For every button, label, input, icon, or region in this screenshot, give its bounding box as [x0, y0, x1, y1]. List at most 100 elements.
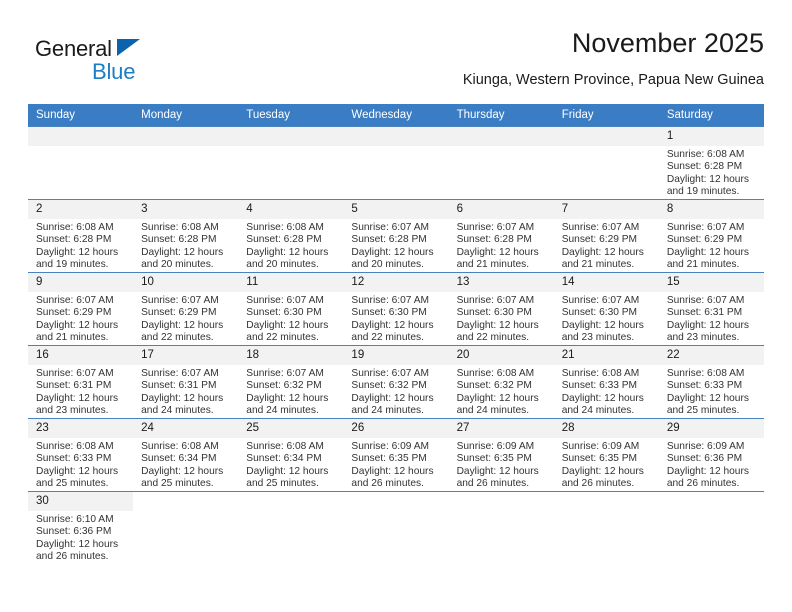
sunrise-text: Sunrise: 6:09 AM	[456, 441, 535, 452]
day-details: Sunrise: 6:08 AM Sunset: 6:34 PM Daylight:…	[238, 438, 343, 491]
day-cell-inner	[343, 492, 449, 564]
day-number: 12	[343, 273, 449, 292]
daylight-text-line1: Daylight: 12 hours	[351, 392, 434, 404]
day-cell-inner	[238, 492, 344, 564]
sunrise-text: Sunrise: 6:08 AM	[666, 368, 745, 379]
sunset-text: Sunset: 6:28 PM	[36, 234, 112, 246]
calendar-day-cell[interactable]: 10 Sunrise: 6:07 AM Sunset: 6:29 PM Dayligh…	[133, 272, 239, 346]
daylight-text-line1: Daylight: 12 hours	[351, 246, 434, 258]
daylight-text-line2: and 25 minutes.	[141, 478, 214, 490]
calendar-week-row: 16 Sunrise: 6:07 AM Sunset: 6:31 PM Dayligh…	[28, 345, 764, 419]
calendar-day-cell-empty	[133, 126, 239, 200]
calendar-day-cell[interactable]: 1 Sunrise: 6:08 AM Sunset: 6:28 PM Daylight…	[658, 126, 764, 200]
day-number: 30	[28, 492, 134, 511]
calendar-day-cell[interactable]: 20 Sunrise: 6:08 AM Sunset: 6:32 PM Dayligh…	[448, 345, 554, 419]
calendar-page: General Blue November 2025 Kiunga, Weste…	[0, 0, 792, 612]
day-number: 26	[343, 419, 449, 438]
sunset-text: Sunset: 6:35 PM	[561, 453, 638, 465]
calendar-day-cell[interactable]: 5 Sunrise: 6:07 AM Sunset: 6:28 PM Daylight…	[343, 199, 449, 273]
calendar-day-cell[interactable]: 22 Sunrise: 6:08 AM Sunset: 6:33 PM Dayligh…	[658, 345, 764, 419]
day-cell-inner: 20 Sunrise: 6:08 AM Sunset: 6:32 PM Dayligh…	[448, 346, 554, 418]
calendar-day-cell[interactable]: 13 Sunrise: 6:07 AM Sunset: 6:30 PM Dayligh…	[448, 272, 554, 346]
daylight-text-line2: and 26 minutes.	[666, 478, 740, 490]
calendar-day-cell[interactable]: 9 Sunrise: 6:07 AM Sunset: 6:29 PM Daylight…	[28, 272, 134, 346]
calendar-week-row: 9 Sunrise: 6:07 AM Sunset: 6:29 PM Daylight…	[28, 272, 764, 346]
day-details: Sunrise: 6:09 AM Sunset: 6:36 PM Daylight:…	[659, 438, 764, 491]
day-number	[133, 492, 239, 511]
sunrise-text: Sunrise: 6:08 AM	[141, 222, 219, 233]
day-cell-inner: 9 Sunrise: 6:07 AM Sunset: 6:29 PM Daylight…	[28, 273, 134, 345]
day-details: Sunrise: 6:07 AM Sunset: 6:29 PM Daylight:…	[133, 292, 238, 345]
daylight-text-line1: Daylight: 12 hours	[456, 392, 539, 404]
daylight-text-line2: and 24 minutes.	[561, 405, 635, 417]
day-details: Sunrise: 6:08 AM Sunset: 6:32 PM Daylight:…	[449, 365, 554, 418]
calendar-day-cell[interactable]: 12 Sunrise: 6:07 AM Sunset: 6:30 PM Dayligh…	[343, 272, 449, 346]
daylight-text-line2: and 23 minutes.	[561, 332, 635, 344]
day-cell-inner: 7 Sunrise: 6:07 AM Sunset: 6:29 PM Daylight…	[553, 200, 659, 272]
day-number	[238, 127, 344, 146]
day-number	[343, 492, 449, 511]
sunrise-text: Sunrise: 6:07 AM	[456, 222, 535, 233]
calendar-day-cell[interactable]: 15 Sunrise: 6:07 AM Sunset: 6:31 PM Dayligh…	[658, 272, 764, 346]
calendar-day-cell[interactable]: 23 Sunrise: 6:08 AM Sunset: 6:33 PM Dayligh…	[28, 418, 134, 492]
calendar-day-cell[interactable]: 8 Sunrise: 6:07 AM Sunset: 6:29 PM Daylight…	[658, 199, 764, 273]
daylight-text-line1: Daylight: 12 hours	[456, 319, 539, 331]
weekday-header-wednesday: Wednesday	[343, 104, 449, 127]
calendar-day-cell[interactable]: 28 Sunrise: 6:09 AM Sunset: 6:35 PM Dayligh…	[553, 418, 659, 492]
day-number	[448, 127, 554, 146]
day-cell-inner	[448, 127, 554, 199]
daylight-text-line1: Daylight: 12 hours	[666, 319, 749, 331]
sunset-text: Sunset: 6:31 PM	[141, 380, 217, 392]
calendar-day-cell[interactable]: 27 Sunrise: 6:09 AM Sunset: 6:35 PM Dayligh…	[448, 418, 554, 492]
sunset-text: Sunset: 6:28 PM	[351, 234, 427, 246]
day-cell-inner	[343, 127, 449, 199]
sunset-text: Sunset: 6:31 PM	[36, 380, 112, 392]
logo-triangle-icon	[117, 39, 140, 56]
day-number	[238, 492, 344, 511]
daylight-text-line2: and 19 minutes.	[666, 186, 740, 198]
calendar-day-cell[interactable]: 4 Sunrise: 6:08 AM Sunset: 6:28 PM Daylight…	[238, 199, 344, 273]
calendar-day-cell[interactable]: 25 Sunrise: 6:08 AM Sunset: 6:34 PM Dayligh…	[238, 418, 344, 492]
calendar-day-cell[interactable]: 3 Sunrise: 6:08 AM Sunset: 6:28 PM Daylight…	[133, 199, 239, 273]
sunset-text: Sunset: 6:28 PM	[456, 234, 532, 246]
daylight-text-line2: and 24 minutes.	[351, 405, 424, 417]
sunrise-text: Sunrise: 6:09 AM	[351, 441, 430, 452]
day-cell-inner: 19 Sunrise: 6:07 AM Sunset: 6:32 PM Dayligh…	[343, 346, 449, 418]
daylight-text-line2: and 21 minutes.	[666, 259, 740, 271]
day-details: Sunrise: 6:08 AM Sunset: 6:28 PM Daylight:…	[659, 146, 764, 199]
sunset-text: Sunset: 6:29 PM	[666, 234, 743, 246]
calendar-day-cell[interactable]: 24 Sunrise: 6:08 AM Sunset: 6:34 PM Dayligh…	[133, 418, 239, 492]
day-cell-inner: 5 Sunrise: 6:07 AM Sunset: 6:28 PM Daylight…	[343, 200, 449, 272]
calendar-day-cell[interactable]: 2 Sunrise: 6:08 AM Sunset: 6:28 PM Daylight…	[28, 199, 134, 273]
day-cell-inner	[133, 127, 239, 199]
sunset-text: Sunset: 6:29 PM	[561, 234, 638, 246]
daylight-text-line1: Daylight: 12 hours	[561, 319, 644, 331]
calendar-day-cell[interactable]: 14 Sunrise: 6:07 AM Sunset: 6:30 PM Dayligh…	[553, 272, 659, 346]
calendar-day-cell[interactable]: 17 Sunrise: 6:07 AM Sunset: 6:31 PM Dayligh…	[133, 345, 239, 419]
calendar-day-cell[interactable]: 16 Sunrise: 6:07 AM Sunset: 6:31 PM Dayligh…	[28, 345, 134, 419]
day-details: Sunrise: 6:07 AM Sunset: 6:31 PM Daylight:…	[28, 365, 133, 418]
daylight-text-line2: and 20 minutes.	[351, 259, 424, 271]
sunset-text: Sunset: 6:36 PM	[666, 453, 743, 465]
daylight-text-line1: Daylight: 12 hours	[36, 319, 119, 331]
sunset-text: Sunset: 6:33 PM	[666, 380, 743, 392]
sunrise-text: Sunrise: 6:07 AM	[246, 368, 324, 379]
calendar-day-cell[interactable]: 26 Sunrise: 6:09 AM Sunset: 6:35 PM Dayligh…	[343, 418, 449, 492]
calendar-day-cell-empty	[553, 126, 659, 200]
calendar-day-cell[interactable]: 7 Sunrise: 6:07 AM Sunset: 6:29 PM Daylight…	[553, 199, 659, 273]
calendar-day-cell[interactable]: 21 Sunrise: 6:08 AM Sunset: 6:33 PM Dayligh…	[553, 345, 659, 419]
calendar-day-cell[interactable]: 11 Sunrise: 6:07 AM Sunset: 6:30 PM Dayligh…	[238, 272, 344, 346]
calendar-day-cell[interactable]: 19 Sunrise: 6:07 AM Sunset: 6:32 PM Dayligh…	[343, 345, 449, 419]
day-cell-inner	[448, 492, 554, 564]
calendar-day-cell[interactable]: 29 Sunrise: 6:09 AM Sunset: 6:36 PM Dayligh…	[658, 418, 764, 492]
general-blue-logo[interactable]: General Blue	[35, 36, 215, 94]
calendar-day-cell[interactable]: 18 Sunrise: 6:07 AM Sunset: 6:32 PM Dayligh…	[238, 345, 344, 419]
day-cell-inner: 22 Sunrise: 6:08 AM Sunset: 6:33 PM Dayligh…	[658, 346, 764, 418]
daylight-text-line2: and 24 minutes.	[141, 405, 214, 417]
calendar-day-cell[interactable]: 6 Sunrise: 6:07 AM Sunset: 6:28 PM Daylight…	[448, 199, 554, 273]
day-number: 13	[448, 273, 554, 292]
day-details: Sunrise: 6:08 AM Sunset: 6:33 PM Daylight:…	[659, 365, 764, 418]
calendar-day-cell[interactable]: 30 Sunrise: 6:10 AM Sunset: 6:36 PM Dayligh…	[28, 491, 134, 564]
page-title: November 2025	[571, 28, 764, 58]
day-details: Sunrise: 6:07 AM Sunset: 6:31 PM Daylight:…	[659, 292, 764, 345]
